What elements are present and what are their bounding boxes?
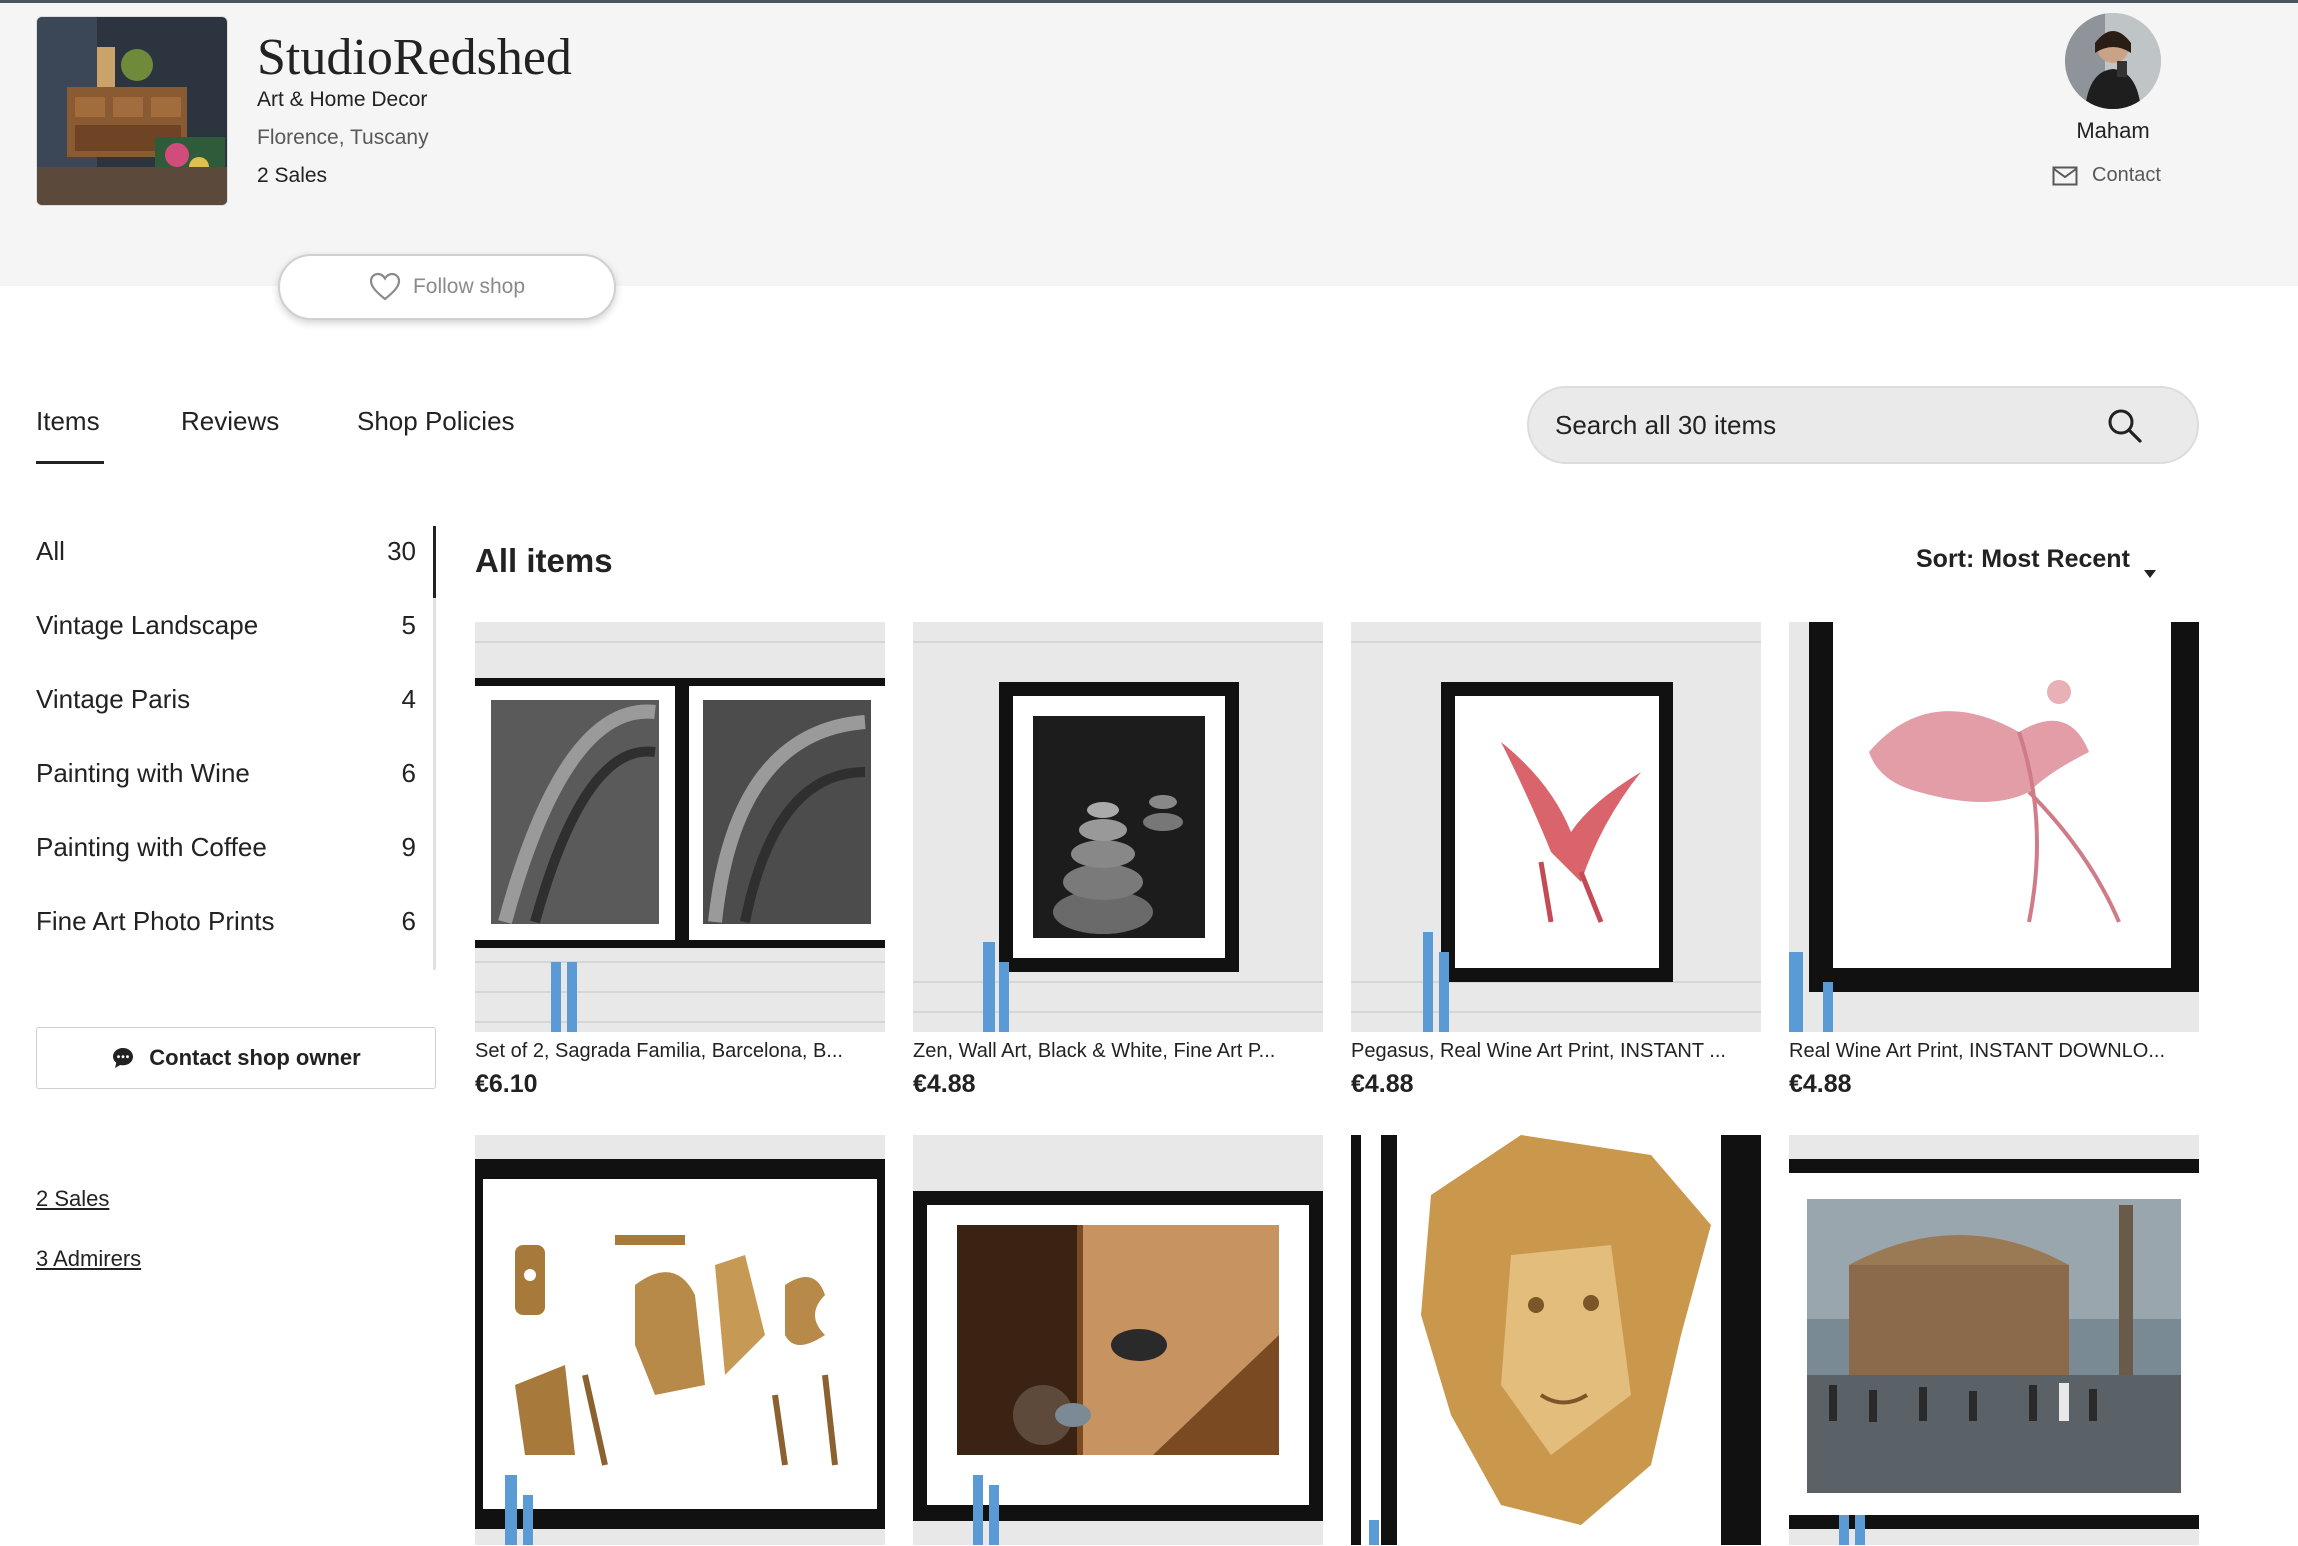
owner-name: Maham	[2076, 118, 2150, 143]
tab-items[interactable]: Items	[36, 406, 100, 437]
shop-tagline: Art & Home Decor	[257, 88, 428, 111]
sidebar-item-vintage-landscape[interactable]: Vintage Landscape 5	[36, 600, 416, 650]
chat-icon	[111, 1046, 135, 1070]
sidebar-item-count: 6	[401, 757, 416, 788]
sidebar-item-count: 6	[401, 905, 416, 936]
tab-shop-policies[interactable]: Shop Policies	[357, 406, 515, 437]
search-bar	[1527, 386, 2199, 464]
listing-title[interactable]: Set of 2, Sagrada Familia, Barcelona, B.…	[475, 1040, 885, 1063]
mail-icon	[2052, 166, 2078, 186]
shop-logo[interactable]	[36, 16, 228, 206]
listing-image[interactable]	[1351, 1135, 1761, 1545]
heart-icon	[369, 272, 401, 302]
contact-shop-owner-label: Contact shop owner	[149, 1045, 361, 1070]
tab-reviews[interactable]: Reviews	[181, 406, 279, 437]
shop-sales-count: 2 Sales	[257, 164, 328, 187]
sidebar-item-count: 5	[401, 609, 416, 640]
contact-shop-owner-button[interactable]: Contact shop owner	[36, 1027, 436, 1089]
listing-price: €4.88	[1351, 1070, 1414, 1098]
listing-image[interactable]	[1789, 1135, 2199, 1545]
sidebar-item-count: 9	[401, 831, 416, 862]
sidebar-item-painting-with-coffee[interactable]: Painting with Coffee 9	[36, 822, 416, 872]
active-tab-indicator	[36, 461, 104, 464]
listing-price: €4.88	[1789, 1070, 1852, 1098]
listing-title[interactable]: Pegasus, Real Wine Art Print, INSTANT ..…	[1351, 1040, 1761, 1063]
admirers-link[interactable]: 3 Admirers	[36, 1246, 141, 1272]
sales-link[interactable]: 2 Sales	[36, 1186, 109, 1212]
sidebar-item-fine-art-photo-prints[interactable]: Fine Art Photo Prints 6	[36, 896, 416, 946]
sidebar-item-label: Painting with Coffee	[36, 831, 267, 862]
listing-title[interactable]: Real Wine Art Print, INSTANT DOWNLO...	[1789, 1040, 2199, 1063]
sort-label: Sort: Most Recent	[1916, 545, 2130, 573]
sidebar-item-all[interactable]: All 30	[36, 526, 416, 576]
listing-title[interactable]: Zen, Wall Art, Black & White, Fine Art P…	[913, 1040, 1323, 1063]
search-input[interactable]	[1555, 388, 2115, 462]
owner-avatar[interactable]	[2065, 13, 2161, 109]
shop-name: StudioRedshed	[257, 29, 572, 86]
listing-price: €4.88	[913, 1070, 976, 1098]
shop-location: Florence, Tuscany	[257, 126, 429, 149]
search-icon[interactable]	[2105, 406, 2145, 446]
listing-image[interactable]	[475, 622, 885, 1032]
contact-label: Contact	[2092, 164, 2161, 186]
caret-down-icon	[2142, 557, 2158, 578]
sidebar-item-count: 30	[387, 535, 416, 566]
listing-image[interactable]	[913, 622, 1323, 1032]
listing-image[interactable]	[1351, 622, 1761, 1032]
sidebar-item-painting-with-wine[interactable]: Painting with Wine 6	[36, 748, 416, 798]
sidebar-item-count: 4	[401, 683, 416, 714]
sidebar-item-label: Vintage Landscape	[36, 609, 259, 640]
contact-owner-link[interactable]: Contact	[2052, 164, 2161, 187]
sidebar-active-indicator	[433, 526, 436, 598]
sort-dropdown[interactable]: Sort: Most Recent	[1916, 545, 2158, 578]
listing-image[interactable]	[1789, 622, 2199, 1032]
sidebar-item-vintage-paris[interactable]: Vintage Paris 4	[36, 674, 416, 724]
section-title: All items	[475, 542, 613, 579]
listing-image[interactable]	[913, 1135, 1323, 1545]
sidebar-item-label: Vintage Paris	[36, 683, 191, 714]
follow-shop-button[interactable]: Follow shop	[278, 254, 616, 320]
sidebar-item-label: Painting with Wine	[36, 757, 250, 788]
sidebar-item-label: All	[36, 535, 65, 566]
listing-price: €6.10	[475, 1070, 538, 1098]
listing-image[interactable]	[475, 1135, 885, 1545]
follow-shop-label: Follow shop	[412, 275, 526, 298]
sidebar-item-label: Fine Art Photo Prints	[36, 905, 275, 936]
